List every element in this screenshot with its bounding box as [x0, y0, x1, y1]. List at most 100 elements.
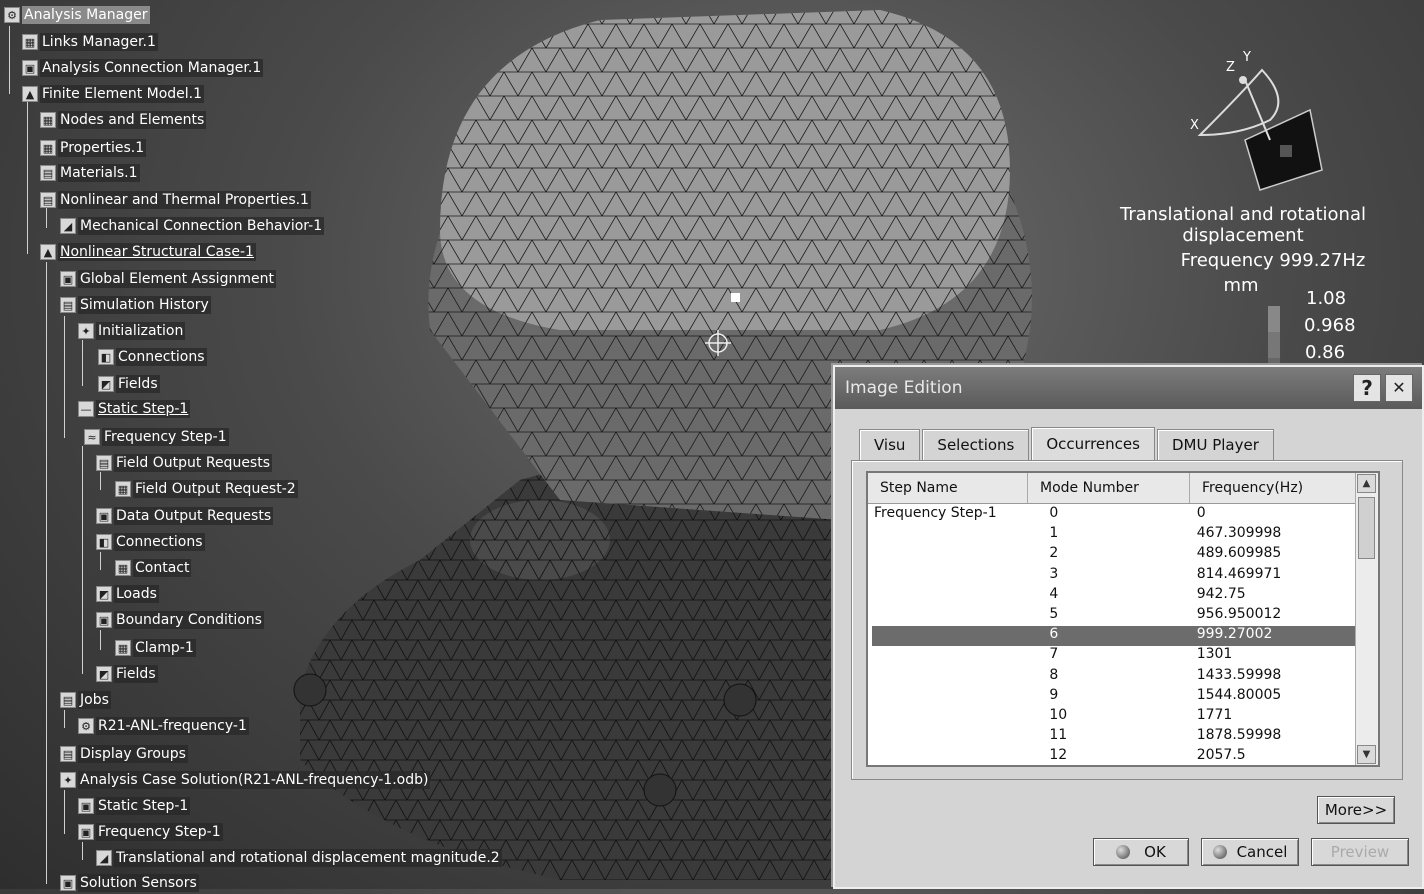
cancel-button[interactable]: Cancel	[1201, 838, 1299, 866]
table-row[interactable]: 10 1771	[868, 707, 1356, 727]
tree-item-static-step[interactable]: — Static Step-1	[78, 398, 191, 420]
mesh-icon: ▦	[40, 112, 56, 128]
tree-item-global-element-assignment[interactable]: ▣ Global Element Assignment	[60, 268, 276, 290]
scroll-up-icon[interactable]: ▲	[1357, 474, 1376, 493]
cell-step-name	[868, 586, 1037, 606]
table-row[interactable]: 5 956.950012	[868, 606, 1356, 626]
cell-mode-number: 6	[1049, 626, 1059, 643]
tab-dmu-player[interactable]: DMU Player	[1156, 429, 1274, 460]
close-button[interactable]: ✕	[1385, 374, 1413, 402]
column-header-mode-number[interactable]: Mode Number	[1028, 473, 1190, 503]
display-groups-icon: ▤	[60, 746, 76, 762]
field-output-icon: ▤	[96, 455, 112, 471]
cell-mode-number: 7	[1049, 646, 1059, 663]
tree-connector	[27, 102, 28, 254]
column-header-frequency[interactable]: Frequency(Hz)	[1190, 473, 1356, 503]
scroll-down-icon[interactable]: ▼	[1357, 745, 1376, 764]
table-row[interactable]: 3 814.469971	[868, 566, 1356, 586]
cell-frequency: 489.609985	[1196, 545, 1282, 562]
table-row[interactable]: 9 1544.80005	[868, 687, 1356, 707]
tree-item-result-frequency-step[interactable]: ▣ Frequency Step-1	[78, 821, 223, 843]
tree-item-thermal-properties[interactable]: ▤ Nonlinear and Thermal Properties.1	[40, 189, 311, 211]
structural-case-icon: ▲	[40, 244, 56, 260]
jobs-icon: ▤	[60, 692, 76, 708]
table-row-selected[interactable]: 6 999.27002	[872, 626, 1356, 647]
tree-item-connection-manager[interactable]: ▣ Analysis Connection Manager.1	[22, 57, 264, 79]
fields-icon: ◩	[98, 376, 114, 392]
tree-item-jobs[interactable]: ▤ Jobs	[60, 689, 111, 711]
more-button[interactable]: More>>	[1317, 796, 1395, 824]
tree-item-field-output-requests[interactable]: ▤ Field Output Requests	[96, 452, 273, 474]
tree-item-materials[interactable]: ▤ Materials.1	[40, 162, 140, 184]
connections-icon: ◧	[98, 349, 114, 365]
cell-step-name	[868, 566, 1037, 586]
tree-item-links-manager[interactable]: ▦ Links Manager.1	[22, 31, 158, 53]
tree-item-label: Properties.1	[58, 139, 147, 157]
table-row[interactable]: 12 2057.5	[868, 747, 1356, 765]
tree-item-label: Jobs	[78, 691, 111, 709]
table-scrollbar[interactable]: ▲ ▼	[1355, 473, 1378, 765]
table-row[interactable]: Frequency Step-1 0 0	[868, 505, 1356, 525]
dialog-tabs: Visu Selections Occurrences DMU Player	[859, 427, 1276, 461]
tree-item-label: Materials.1	[58, 164, 140, 182]
solution-icon: ✦	[60, 772, 76, 788]
ok-button[interactable]: OK	[1093, 838, 1189, 866]
table-row[interactable]: 2 489.609985	[868, 545, 1356, 565]
dialog-titlebar[interactable]: Image Edition ? ✕	[835, 367, 1422, 409]
frequency-step-result-icon: ▣	[78, 824, 94, 840]
tree-item-solution-sensors[interactable]: ▣ Solution Sensors	[60, 872, 199, 894]
cell-frequency: 1544.80005	[1196, 686, 1282, 703]
tree-item-contact[interactable]: ▦ Contact	[115, 557, 192, 579]
tree-item-field-output-request-2[interactable]: ▦ Field Output Request-2	[115, 478, 298, 500]
specification-tree: ⚙ Analysis Manager ▦ Links Manager.1 ▣ A…	[0, 0, 520, 892]
tree-item-properties[interactable]: ▦ Properties.1	[40, 137, 147, 159]
tree-item-result-static-step[interactable]: ▣ Static Step-1	[78, 795, 191, 817]
tree-item-label: Data Output Requests	[114, 507, 274, 525]
tree-item-analysis-case-solution[interactable]: ✦ Analysis Case Solution(R21-ANL-frequen…	[60, 769, 431, 791]
tree-item-connection-behavior[interactable]: ◢ Mechanical Connection Behavior-1	[60, 215, 325, 237]
occurrences-table[interactable]: Step Name Mode Number Frequency(Hz) Freq…	[866, 471, 1380, 767]
boundary-conditions-icon: ▣	[96, 612, 112, 628]
tree-item-label: Analysis Connection Manager.1	[40, 59, 264, 77]
tree-item-loads[interactable]: ◩ Loads	[96, 583, 159, 605]
tree-item-nodes-elements[interactable]: ▦ Nodes and Elements	[40, 109, 207, 131]
tree-item-fields[interactable]: ◩ Fields	[98, 373, 160, 395]
tree-item-frequency-step[interactable]: ≈ Frequency Step-1	[84, 426, 229, 448]
tree-item-job-r21[interactable]: ⚙ R21-ANL-frequency-1	[78, 715, 249, 737]
table-row[interactable]: 7 1301	[868, 646, 1356, 666]
tree-item-clamp[interactable]: ▦ Clamp-1	[115, 637, 196, 659]
tree-item-simulation-history[interactable]: ▤ Simulation History	[60, 294, 211, 316]
connection-manager-icon: ▣	[22, 60, 38, 76]
tab-selections[interactable]: Selections	[922, 429, 1030, 460]
tree-item-initialization[interactable]: ✦ Initialization	[78, 320, 186, 342]
table-row[interactable]: 4 942.75	[868, 586, 1356, 606]
table-row[interactable]: 11 1878.59998	[868, 727, 1356, 747]
tree-item-step-connections[interactable]: ◧ Connections	[96, 531, 205, 553]
tree-item-connections[interactable]: ◧ Connections	[98, 346, 207, 368]
tab-visu[interactable]: Visu	[859, 429, 921, 460]
column-header-step-name[interactable]: Step Name	[868, 473, 1028, 503]
tree-item-displacement-image[interactable]: ◢ Translational and rotational displacem…	[96, 847, 502, 869]
tree-item-structural-case[interactable]: ▲ Nonlinear Structural Case-1	[40, 241, 256, 263]
cell-step-name	[868, 646, 1037, 666]
table-row[interactable]: 1 467.309998	[868, 525, 1356, 545]
tree-connector	[64, 710, 65, 728]
tree-item-display-groups[interactable]: ▤ Display Groups	[60, 743, 188, 765]
tree-item-step-fields[interactable]: ◩ Fields	[96, 663, 158, 685]
legend-value: 1.08	[1306, 288, 1347, 309]
help-button[interactable]: ?	[1353, 374, 1381, 402]
tree-item-label: Contact	[133, 559, 192, 577]
tree-item-boundary-conditions[interactable]: ▣ Boundary Conditions	[96, 609, 264, 631]
tree-item-data-output-requests[interactable]: ▣ Data Output Requests	[96, 505, 274, 527]
tree-item-label: Display Groups	[78, 745, 188, 763]
tab-occurrences[interactable]: Occurrences	[1031, 427, 1155, 461]
tree-item-label: Loads	[114, 585, 159, 603]
preview-button[interactable]: Preview	[1311, 838, 1409, 866]
cell-mode-number: 1	[1049, 525, 1059, 542]
tree-item-finite-element-model[interactable]: ▲ Finite Element Model.1	[22, 83, 205, 105]
table-row[interactable]: 8 1433.59998	[868, 667, 1356, 687]
tree-item-analysis-manager[interactable]: ⚙ Analysis Manager	[4, 4, 150, 26]
cell-step-name	[868, 707, 1037, 727]
scroll-thumb[interactable]	[1358, 497, 1375, 559]
displacement-image-icon: ◢	[96, 850, 112, 866]
